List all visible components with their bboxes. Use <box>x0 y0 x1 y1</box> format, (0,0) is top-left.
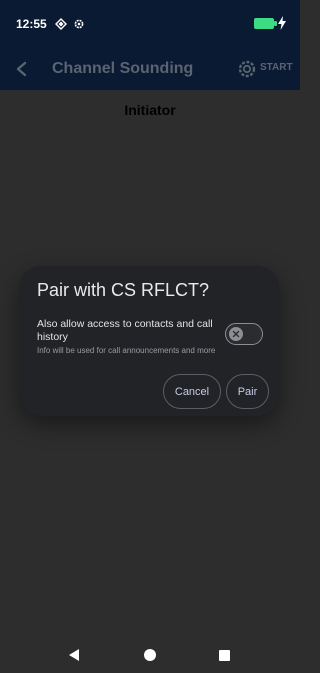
home-circle-icon[interactable] <box>144 649 156 661</box>
status-bar: 12:55 <box>0 0 300 48</box>
pair-button[interactable]: Pair <box>226 374 269 409</box>
back-triangle-icon[interactable] <box>68 648 80 662</box>
contacts-access-toggle[interactable] <box>225 323 263 345</box>
close-icon <box>232 330 240 338</box>
page-heading: Initiator <box>124 102 176 118</box>
navigation-bar <box>0 635 300 673</box>
settings-gear-icon[interactable] <box>236 58 258 80</box>
status-icons <box>54 18 85 30</box>
contacts-access-description: Info will be used for call announcements… <box>37 346 216 355</box>
app-bar: Channel Sounding START <box>0 48 300 90</box>
pair-dialog: Pair with CS RFLCT? Also allow access to… <box>19 266 279 416</box>
cancel-button[interactable]: Cancel <box>163 374 221 409</box>
signal-diamond-icon <box>54 18 67 30</box>
charging-bolt-icon <box>278 16 286 30</box>
back-arrow-icon[interactable] <box>12 58 32 80</box>
status-time: 12:55 <box>16 17 47 31</box>
settings-gear-icon <box>74 19 84 29</box>
contacts-access-label: Also allow access to contacts and call h… <box>37 318 213 343</box>
dialog-title: Pair with CS RFLCT? <box>37 280 210 300</box>
app-title: Channel Sounding <box>52 60 194 77</box>
recents-square-icon[interactable] <box>219 650 230 661</box>
toggle-knob <box>229 327 243 341</box>
start-button[interactable]: START <box>260 62 293 73</box>
battery-charging-icon <box>254 18 274 29</box>
